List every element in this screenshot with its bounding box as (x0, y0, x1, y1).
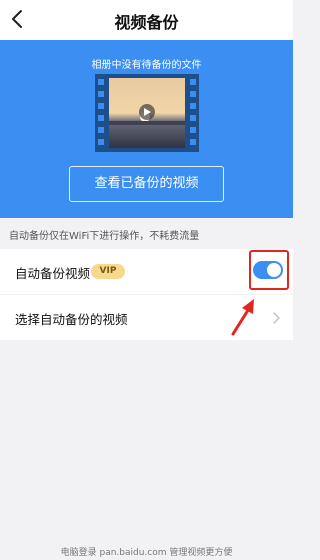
vip-badge: VIP (91, 264, 125, 279)
chevron-right-icon (273, 312, 280, 324)
select-videos-label: 选择自动备份的视频 (15, 312, 128, 327)
footer-hint: 电脑登录 pan.baidu.com 管理视频更方便 (60, 548, 233, 558)
empty-state-caption: 相册中没有待备份的文件 (91, 60, 202, 71)
page-title: 视频备份 (114, 13, 179, 32)
wifi-notice: 自动备份仅在WiFi下进行操作，不耗费流量 (9, 231, 200, 242)
top-bar: 视频备份 (0, 0, 293, 40)
view-backed-up-videos-button[interactable]: 查看已备份的视频 (69, 166, 224, 202)
film-strip-play-icon (95, 74, 199, 152)
annotation-arrow-icon (231, 299, 254, 336)
auto-backup-label: 自动备份视频 (15, 266, 91, 281)
annotation-highlight-box (249, 250, 289, 290)
hero-panel: 相册中没有待备份的文件 查看已备份的视频 (0, 40, 293, 218)
